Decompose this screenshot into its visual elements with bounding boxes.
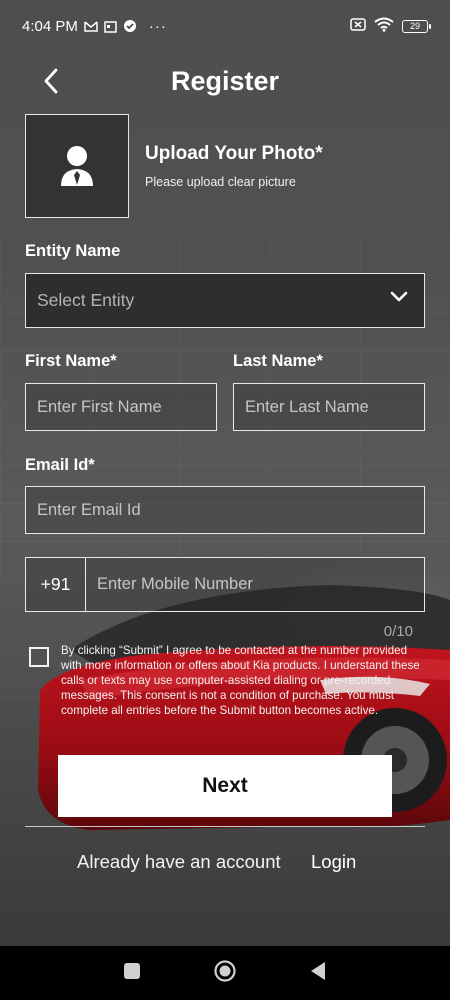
recents-button[interactable]	[123, 962, 141, 985]
country-code[interactable]: +91	[26, 558, 86, 611]
upload-photo-button[interactable]	[25, 114, 129, 218]
no-sim-icon	[350, 17, 366, 35]
next-button[interactable]: Next	[58, 755, 392, 817]
entity-select-value: Select Entity	[37, 290, 135, 310]
mobile-input[interactable]	[97, 575, 424, 594]
mobile-field: +91	[25, 557, 425, 612]
status-time: 4:04 PM	[22, 17, 78, 35]
verified-icon	[123, 19, 137, 33]
entity-name-label: Entity Name	[25, 242, 121, 260]
status-bar: 4:04 PM ··· 29	[0, 0, 450, 52]
email-label: Email Id*	[25, 456, 95, 474]
home-button[interactable]	[213, 959, 237, 988]
nav-back-button[interactable]	[309, 961, 327, 986]
last-name-label: Last Name*	[233, 352, 323, 370]
account-prompt: Already have an account	[77, 851, 281, 872]
page-title: Register	[170, 66, 280, 96]
consent-checkbox[interactable]	[29, 647, 49, 667]
chevron-down-icon	[390, 291, 408, 302]
calendar-icon	[104, 20, 117, 33]
upload-photo-subtitle: Please upload clear picture	[145, 175, 296, 189]
wifi-icon	[374, 17, 394, 36]
battery-icon: 29	[402, 19, 431, 33]
last-name-field	[233, 383, 425, 431]
first-name-input[interactable]	[37, 397, 216, 417]
divider	[25, 826, 425, 828]
square-icon	[124, 962, 140, 979]
email-input[interactable]	[37, 500, 424, 520]
last-name-input[interactable]	[245, 397, 424, 417]
more-notifications-icon: ···	[148, 17, 167, 35]
gmail-icon	[84, 20, 98, 32]
first-name-label: First Name*	[25, 352, 117, 370]
mobile-char-counter: 0/10	[383, 623, 413, 640]
consent-text: By clicking “Submit” I agree to be conta…	[61, 644, 420, 717]
entity-select[interactable]: Select Entity	[25, 273, 425, 328]
login-link[interactable]: Login	[311, 851, 356, 873]
circle-icon	[214, 959, 236, 982]
triangle-back-icon	[311, 961, 325, 980]
email-field	[25, 486, 425, 534]
upload-photo-title: Upload Your Photo*	[145, 143, 323, 164]
user-icon	[61, 146, 93, 186]
first-name-field	[25, 383, 217, 431]
system-nav-bar	[0, 946, 450, 1000]
